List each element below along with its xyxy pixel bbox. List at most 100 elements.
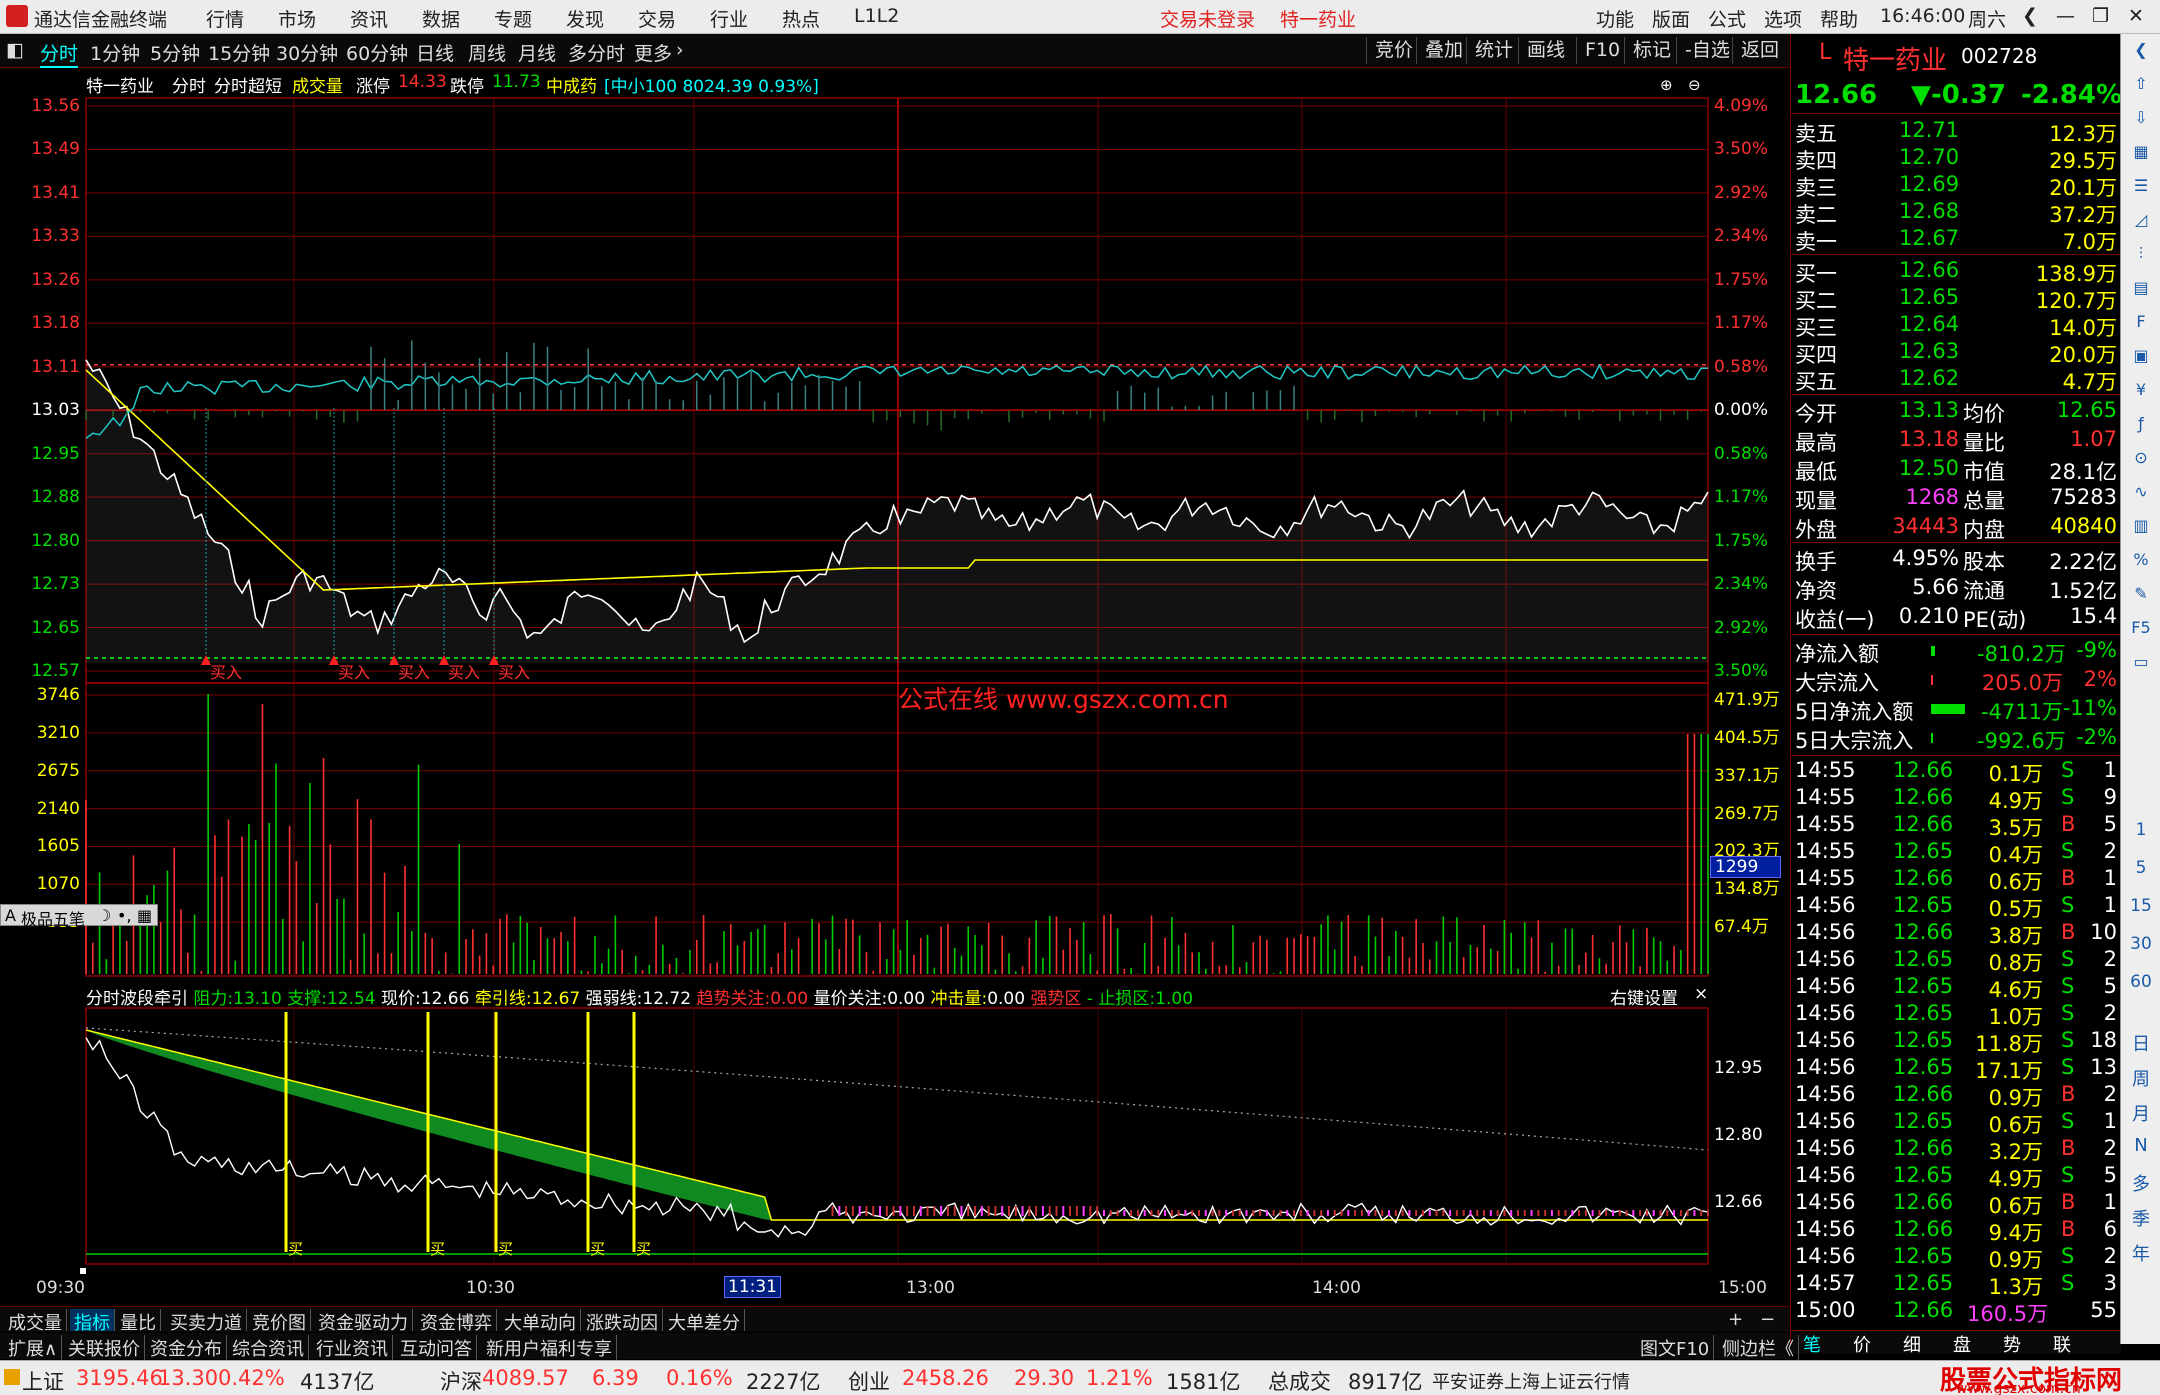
- menu-item[interactable]: 帮助: [1820, 5, 1858, 32]
- tick-row[interactable]: 14:56 12.65 4.6万 S 5: [1791, 974, 2121, 1002]
- right-tool-button[interactable]: 叠加: [1416, 37, 1471, 64]
- menu-item[interactable]: 热点: [782, 5, 820, 32]
- bid-row[interactable]: 买四 12.63 20.0万: [1791, 339, 2121, 367]
- side-period-button[interactable]: 月: [2121, 1100, 2160, 1126]
- side-period-button[interactable]: 30: [2121, 934, 2160, 954]
- wave-icon[interactable]: ∿: [2129, 480, 2153, 504]
- right-tool-button[interactable]: 竞价: [1366, 37, 1421, 64]
- sidebar-toggle[interactable]: 侧边栏《: [1718, 1335, 1799, 1361]
- indicator-name[interactable]: 分时波段牵引: [86, 989, 188, 1009]
- add-tab-icon[interactable]: +: [1724, 1309, 1747, 1331]
- down-arrow-icon[interactable]: ⇩: [2129, 106, 2153, 130]
- chart-icon[interactable]: ◿: [2129, 208, 2153, 232]
- right-tool-button[interactable]: 画线: [1518, 37, 1573, 64]
- book-icon[interactable]: ▣: [2129, 344, 2153, 368]
- menu-item[interactable]: 公式: [1708, 5, 1746, 32]
- tick-row[interactable]: 14:55 12.66 4.9万 S 9: [1791, 785, 2121, 813]
- ime-toolbar[interactable]: A 极品五笔 ☽ •, ▦: [0, 904, 158, 929]
- side-period-button[interactable]: 15: [2121, 896, 2160, 916]
- tick-row[interactable]: 14:56 12.65 11.8万 S 18: [1791, 1028, 2121, 1056]
- login-status[interactable]: 交易未登录: [1160, 5, 1255, 32]
- indicator-tab[interactable]: 成交量: [4, 1309, 67, 1334]
- tick-row[interactable]: 14:56 12.65 0.6万 S 1: [1791, 1109, 2121, 1137]
- quote-tab[interactable]: 联: [2053, 1331, 2071, 1357]
- tick-row[interactable]: 14:56 12.65 0.9万 S 2: [1791, 1244, 2121, 1272]
- tick-row[interactable]: 14:56 12.66 0.6万 B 1: [1791, 1190, 2121, 1218]
- doc-icon[interactable]: ▭: [2129, 650, 2153, 674]
- grid-icon[interactable]: ▦: [2129, 140, 2153, 164]
- side-period-button[interactable]: 周: [2121, 1065, 2160, 1091]
- tab-period[interactable]: 60分钟: [346, 39, 408, 66]
- zoom-in-icon[interactable]: ⊕: [1660, 76, 1673, 94]
- menu-item[interactable]: 行情: [206, 5, 244, 32]
- indicator-tab[interactable]: 涨跌动因: [582, 1309, 663, 1334]
- side-period-button[interactable]: 日: [2121, 1030, 2160, 1056]
- tick-row[interactable]: 15:00 12.66 160.5万 55: [1791, 1298, 2121, 1326]
- menu-item[interactable]: L1L2: [854, 5, 899, 27]
- tab-period[interactable]: 周线: [468, 39, 506, 66]
- menu-item[interactable]: 选项: [1764, 5, 1802, 32]
- ask-row[interactable]: 卖二 12.68 37.2万: [1791, 199, 2121, 227]
- back-icon[interactable]: ❮: [2022, 5, 2038, 27]
- bar-icon[interactable]: ▥: [2129, 514, 2153, 538]
- back-icon[interactable]: ❮: [2129, 38, 2153, 62]
- moon-icon[interactable]: ☽: [97, 906, 111, 925]
- chart-area[interactable]: 特一药业 分时 分时超短 成交量 涨停 14.33 跌停 11.73 中成药 […: [0, 68, 1790, 1308]
- tab-period[interactable]: 日线: [416, 39, 454, 66]
- menu-item[interactable]: 市场: [278, 5, 316, 32]
- keyboard-icon[interactable]: ▦: [137, 906, 152, 925]
- chevron-right-icon[interactable]: ›: [676, 39, 684, 61]
- tick-row[interactable]: 14:55 12.66 0.6万 B 1: [1791, 866, 2121, 894]
- menu-item[interactable]: 功能: [1596, 5, 1634, 32]
- extension-tab[interactable]: 新用户福利专享: [482, 1335, 617, 1361]
- bid-row[interactable]: 买五 12.62 4.7万: [1791, 366, 2121, 394]
- ask-row[interactable]: 卖四 12.70 29.5万: [1791, 145, 2121, 173]
- tab-period[interactable]: 月线: [518, 39, 556, 66]
- side-period-button[interactable]: N: [2121, 1135, 2160, 1156]
- quote-tab[interactable]: 盘: [1953, 1331, 1971, 1357]
- right-tool-button[interactable]: 统计: [1466, 37, 1521, 64]
- minimize-icon[interactable]: —: [2056, 5, 2075, 27]
- list-icon[interactable]: ☰: [2129, 174, 2153, 198]
- indicator-settings[interactable]: 右键设置: [1610, 984, 1678, 1009]
- menu-item[interactable]: 资讯: [350, 5, 388, 32]
- zoom-out-icon[interactable]: ⊖: [1688, 76, 1701, 94]
- side-period-button[interactable]: 1: [2121, 820, 2160, 840]
- tab-period[interactable]: 分时: [40, 39, 79, 68]
- tick-row[interactable]: 14:55 12.66 3.5万 B 5: [1791, 812, 2121, 840]
- pencil-icon[interactable]: ✎: [2129, 582, 2153, 606]
- candle-icon[interactable]: ⫶: [2129, 242, 2153, 266]
- bid-row[interactable]: 买二 12.65 120.7万: [1791, 285, 2121, 313]
- quote-tab[interactable]: 势: [2003, 1331, 2021, 1357]
- tick-row[interactable]: 14:56 12.65 17.1万 S 13: [1791, 1055, 2121, 1083]
- menu-item[interactable]: 专题: [494, 5, 532, 32]
- side-period-button[interactable]: 多: [2121, 1170, 2160, 1196]
- extension-tab[interactable]: 关联报价: [64, 1335, 145, 1361]
- indicator-tab[interactable]: 大单差分: [664, 1309, 745, 1334]
- menu-item[interactable]: 行业: [710, 5, 748, 32]
- quote-tab[interactable]: 价: [1853, 1331, 1871, 1357]
- indicator-tab[interactable]: 买卖力道: [166, 1309, 247, 1334]
- side-period-button[interactable]: 年: [2121, 1240, 2160, 1266]
- indicator-tab[interactable]: 量比: [116, 1309, 161, 1334]
- flow-icon[interactable]: ⊙: [2129, 446, 2153, 470]
- tick-row[interactable]: 14:56 12.65 1.0万 S 2: [1791, 1001, 2121, 1029]
- right-tool-button[interactable]: 返回: [1732, 37, 1787, 64]
- tab-period[interactable]: 15分钟: [208, 39, 270, 66]
- quote-tab[interactable]: 笔: [1803, 1331, 1821, 1357]
- extension-tab[interactable]: 扩展∧: [4, 1335, 63, 1361]
- tick-row[interactable]: 14:56 12.65 0.8万 S 2: [1791, 947, 2121, 975]
- tick-row[interactable]: 14:56 12.66 3.2万 B 2: [1791, 1136, 2121, 1164]
- ask-row[interactable]: 卖一 12.67 7.0万: [1791, 226, 2121, 254]
- right-tool-button[interactable]: F10: [1576, 37, 1628, 64]
- restore-icon[interactable]: ❐: [2092, 5, 2109, 27]
- extension-tab[interactable]: 行业资讯: [312, 1335, 393, 1361]
- tab-period[interactable]: 30分钟: [276, 39, 338, 66]
- up-arrow-icon[interactable]: ⇧: [2129, 72, 2153, 96]
- indicator-tab[interactable]: 指标: [70, 1309, 115, 1334]
- bid-row[interactable]: 买一 12.66 138.9万: [1791, 258, 2121, 286]
- tick-row[interactable]: 14:56 12.65 4.9万 S 5: [1791, 1163, 2121, 1191]
- tab-period[interactable]: 更多: [634, 39, 672, 66]
- tab-period[interactable]: 多分时: [568, 39, 625, 66]
- tick-row[interactable]: 14:57 12.65 1.3万 S 3: [1791, 1271, 2121, 1299]
